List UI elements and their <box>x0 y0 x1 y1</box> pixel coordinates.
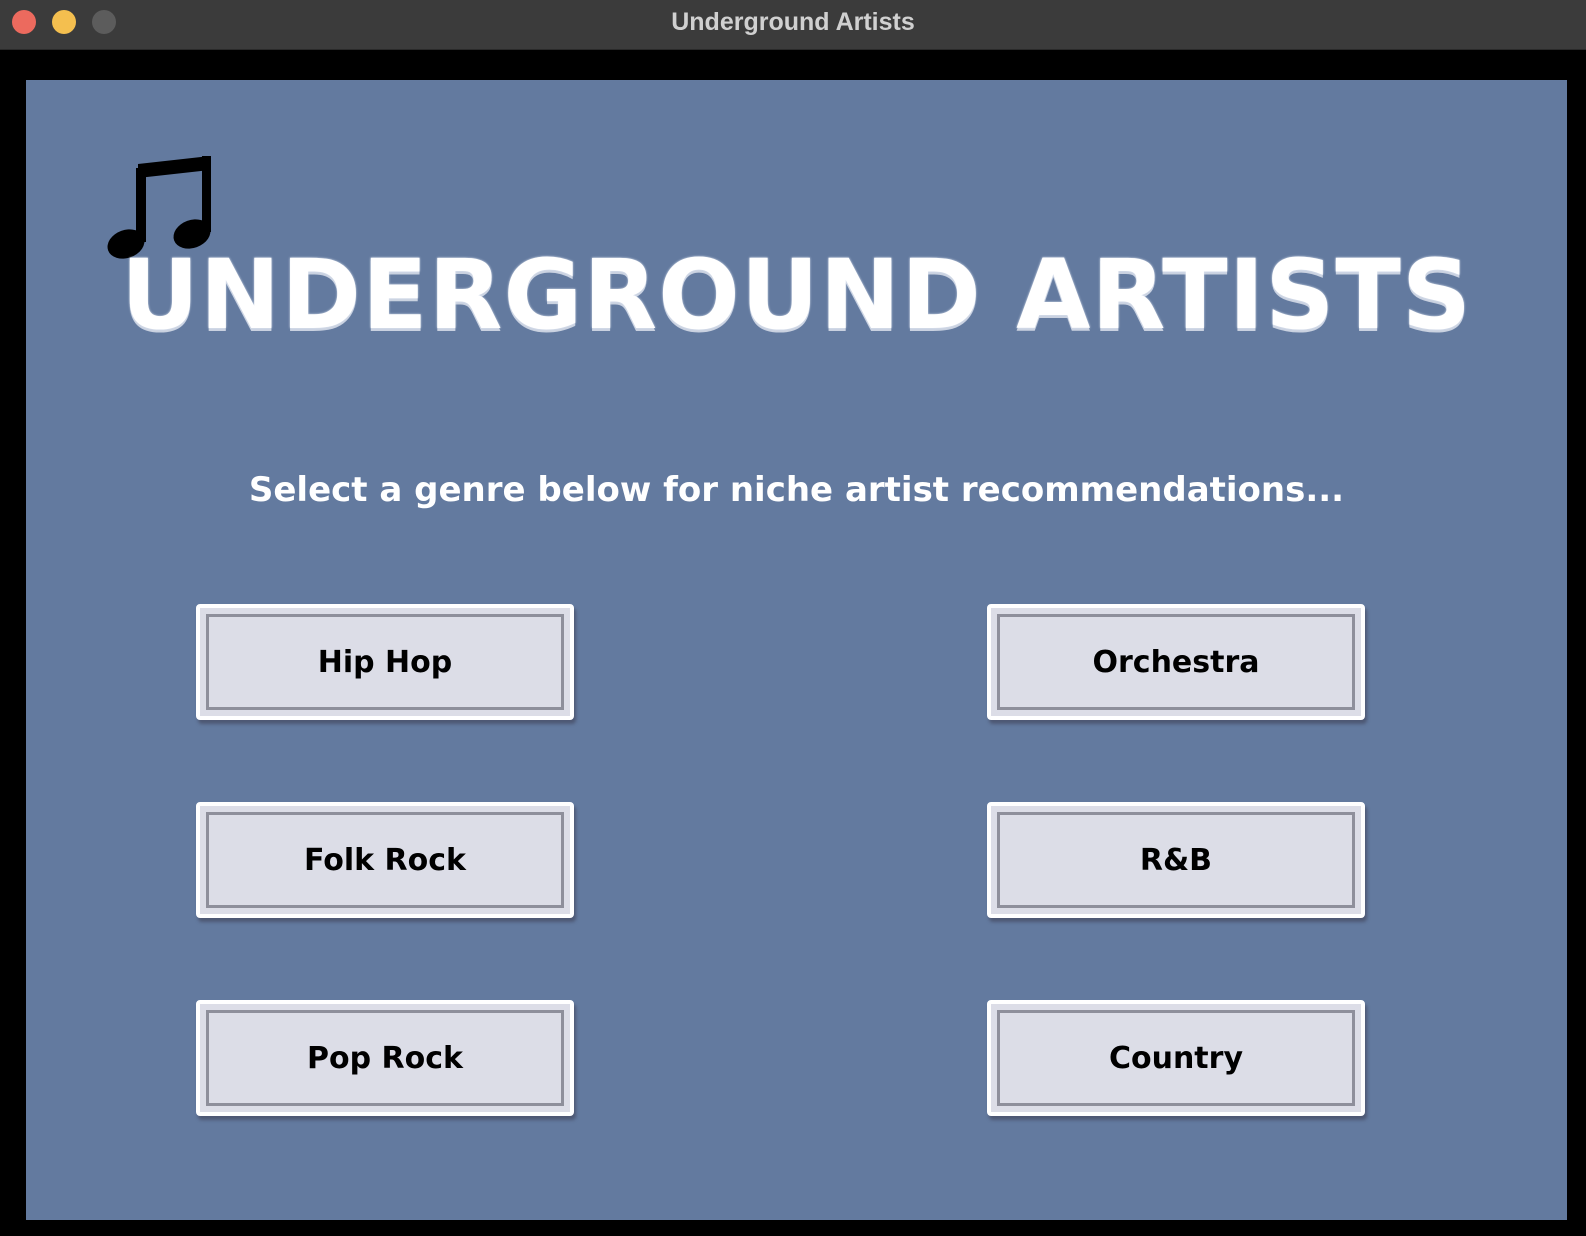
page-title: UNDERGROUND ARTISTS <box>120 239 1473 351</box>
genre-button-label: Country <box>1108 1040 1244 1076</box>
genre-button-hip-hop[interactable]: Hip Hop <box>196 604 574 720</box>
window-title: Underground Artists <box>671 8 915 36</box>
genre-button-label: Folk Rock <box>303 842 466 878</box>
main-panel: UNDERGROUND ARTISTS Select a genre below… <box>26 80 1567 1220</box>
genre-button-country[interactable]: Country <box>987 1000 1365 1116</box>
page-subtitle: Select a genre below for niche artist re… <box>248 470 1345 510</box>
genre-button-r-and-b[interactable]: R&B <box>987 802 1365 918</box>
genre-button-label: Orchestra <box>1092 644 1260 680</box>
genre-button-label: Pop Rock <box>307 1040 463 1076</box>
genre-button-label: Hip Hop <box>317 644 453 680</box>
genre-button-folk-rock[interactable]: Folk Rock <box>196 802 574 918</box>
app-window: Underground Artists UNDERGROUND ARTISTS … <box>0 0 1586 1236</box>
title-bar: Underground Artists <box>0 0 1586 50</box>
genre-button-orchestra[interactable]: Orchestra <box>987 604 1365 720</box>
genre-button-pop-rock[interactable]: Pop Rock <box>196 1000 574 1116</box>
genre-button-label: R&B <box>1139 842 1213 878</box>
